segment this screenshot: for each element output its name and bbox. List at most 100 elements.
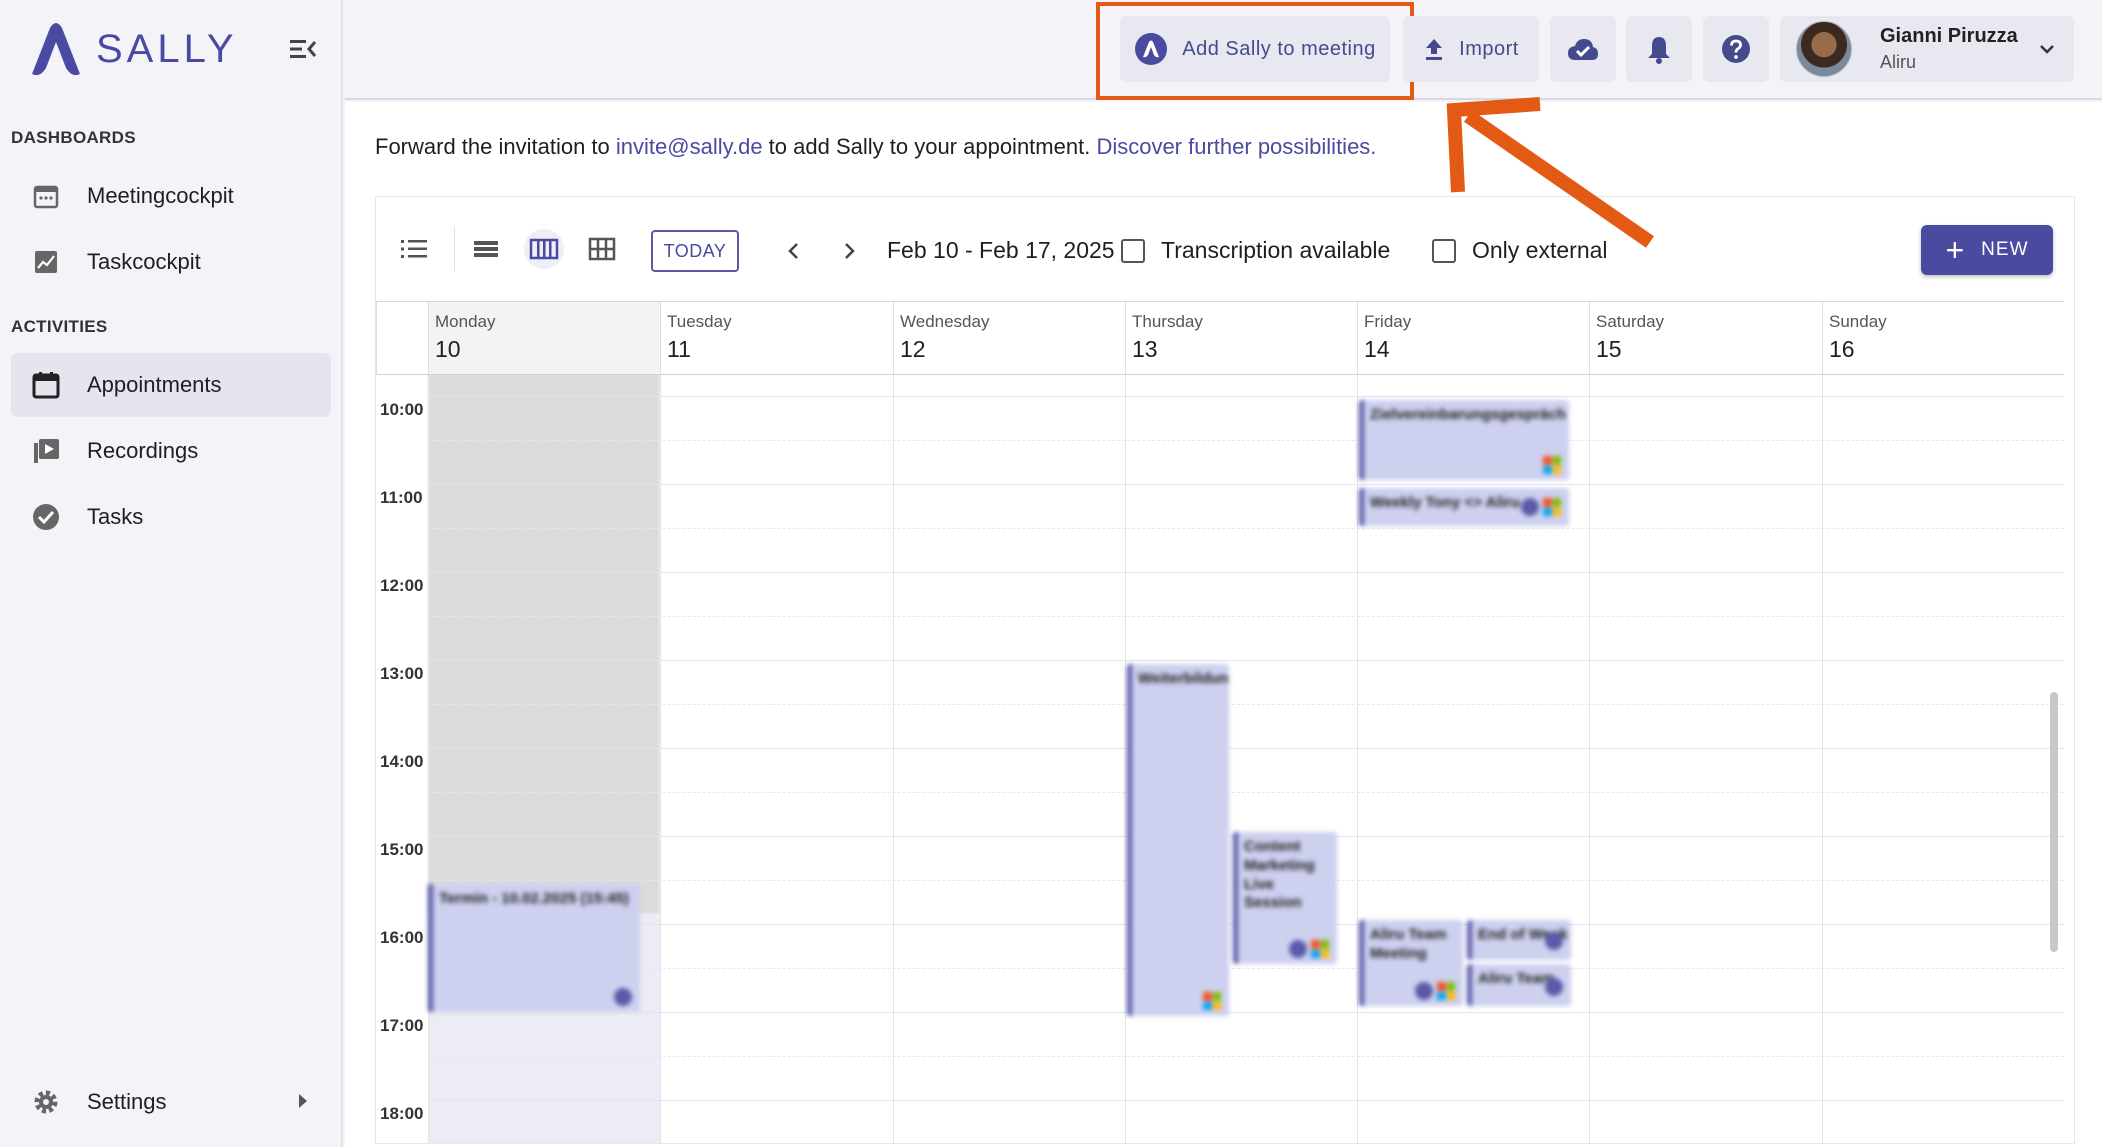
sidebar: SALLY DASHBOARDS Meetingcockpit Taskcock… bbox=[0, 0, 343, 1147]
list-view-button[interactable] bbox=[394, 229, 434, 269]
microsoft-teams-icon bbox=[1543, 456, 1561, 474]
new-label: NEW bbox=[1981, 239, 2029, 260]
time-label: 16:00 bbox=[380, 928, 424, 947]
day-header-wednesday[interactable]: Wednesday 12 bbox=[893, 302, 1125, 374]
day-view-icon bbox=[474, 241, 498, 257]
day-header-thursday[interactable]: Thursday 13 bbox=[1125, 302, 1357, 374]
list-icon bbox=[401, 240, 427, 258]
half-hour-line bbox=[428, 968, 2064, 969]
sidebar-item-appointments[interactable]: Appointments bbox=[11, 353, 331, 417]
day-name: Monday bbox=[435, 312, 496, 331]
sally-badge-icon bbox=[1521, 498, 1539, 516]
sidebar-item-recordings[interactable]: Recordings bbox=[11, 419, 331, 483]
transcription-filter[interactable]: Transcription available bbox=[1121, 237, 1390, 264]
video-library-icon bbox=[29, 434, 63, 468]
day-divider bbox=[1357, 374, 1358, 1143]
calendar-event[interactable]: Aliru Team Meeting bbox=[1359, 920, 1463, 1006]
month-view-button[interactable] bbox=[582, 229, 622, 269]
next-week-button[interactable] bbox=[830, 231, 870, 271]
calendar-event[interactable]: Termin - 10.02.2025 (15:45) bbox=[428, 884, 640, 1012]
hour-line bbox=[428, 1100, 2064, 1101]
avatar bbox=[1796, 21, 1852, 77]
calendar-event[interactable]: End of Week bbox=[1467, 920, 1571, 960]
checkbox[interactable] bbox=[1121, 238, 1145, 263]
hour-line bbox=[428, 484, 2064, 485]
sidebar-item-label: Settings bbox=[87, 1089, 167, 1114]
week-grid: Monday 10 Tuesday 11 Wednesday 12 Thursd… bbox=[376, 301, 2064, 1143]
today-button[interactable]: TODAY bbox=[651, 230, 739, 272]
half-hour-line bbox=[428, 616, 2064, 617]
day-divider bbox=[428, 374, 429, 1143]
day-header-tuesday[interactable]: Tuesday 11 bbox=[660, 302, 893, 374]
sally-badge-icon bbox=[1545, 978, 1563, 996]
time-label: 14:00 bbox=[380, 752, 424, 771]
calendar-event[interactable]: Weekly Tony <> Aliru bbox=[1359, 488, 1569, 526]
hour-line bbox=[428, 1012, 2064, 1013]
header-divider bbox=[376, 374, 2064, 375]
invitation-info: Forward the invitation to invite@sally.d… bbox=[375, 134, 1376, 160]
sidebar-item-settings[interactable]: Settings bbox=[11, 1070, 331, 1134]
time-label: 15:00 bbox=[380, 840, 424, 859]
upload-icon bbox=[1426, 39, 1443, 60]
day-number: 16 bbox=[1829, 336, 1855, 362]
calendar-event[interactable]: Weiterbildung bbox=[1127, 664, 1229, 1016]
time-label: 10:00 bbox=[380, 400, 424, 419]
sally-badge-icon bbox=[614, 988, 632, 1006]
import-button[interactable]: Import bbox=[1403, 16, 1539, 82]
info-middle: to add Sally to your appointment. bbox=[762, 134, 1097, 159]
chart-icon bbox=[29, 245, 63, 279]
event-title: Aliru Team Meeting bbox=[1370, 926, 1447, 962]
day-divider bbox=[1822, 374, 1823, 1143]
time-label: 13:00 bbox=[380, 664, 424, 683]
week-view-icon bbox=[529, 238, 559, 260]
calendar-toolbar: TODAY Feb 10 - Feb 17, 2025 Transcriptio… bbox=[376, 197, 2074, 301]
plus-icon: + bbox=[1945, 232, 1966, 268]
bell-icon bbox=[1648, 37, 1670, 64]
collapse-menu-icon[interactable] bbox=[288, 34, 318, 64]
hour-line bbox=[428, 396, 2064, 397]
notifications-button[interactable] bbox=[1626, 16, 1692, 82]
day-number: 13 bbox=[1132, 336, 1158, 362]
new-appointment-button[interactable]: + NEW bbox=[1921, 225, 2053, 275]
sidebar-item-tasks[interactable]: Tasks bbox=[11, 485, 331, 549]
chevron-down-icon bbox=[2040, 45, 2054, 54]
highlight-frame bbox=[1096, 2, 1414, 100]
hour-line bbox=[428, 660, 2064, 661]
invite-email-link[interactable]: invite@sally.de bbox=[616, 134, 763, 159]
transcription-label: Transcription available bbox=[1161, 237, 1391, 263]
day-header-monday[interactable]: Monday 10 bbox=[428, 302, 660, 374]
calendar-dashboard-icon bbox=[29, 179, 63, 213]
day-name: Sunday bbox=[1829, 312, 1887, 331]
day-divider bbox=[1589, 374, 1590, 1143]
week-view-button[interactable] bbox=[524, 229, 564, 269]
discover-link[interactable]: Discover further possibilities. bbox=[1096, 134, 1376, 159]
help-button[interactable] bbox=[1703, 16, 1769, 82]
annotation-arrow bbox=[1446, 97, 1654, 248]
sidebar-item-meetingcockpit[interactable]: Meetingcockpit bbox=[11, 164, 331, 228]
hour-line bbox=[428, 572, 2064, 573]
calendar-event[interactable]: Zielvereinbarungsgespräch bbox=[1359, 400, 1569, 480]
day-header-saturday[interactable]: Saturday 15 bbox=[1589, 302, 1822, 374]
calendar-icon bbox=[29, 368, 63, 402]
user-menu[interactable]: Gianni Piruzza Aliru bbox=[1780, 16, 2074, 82]
day-header-sunday[interactable]: Sunday 16 bbox=[1822, 302, 2054, 374]
day-view-button[interactable] bbox=[466, 229, 506, 269]
sidebar-item-label: Appointments bbox=[87, 372, 222, 397]
previous-week-button[interactable] bbox=[773, 231, 813, 271]
microsoft-teams-icon bbox=[1437, 982, 1455, 1000]
sidebar-item-label: Tasks bbox=[87, 504, 144, 529]
day-header-friday[interactable]: Friday 14 bbox=[1357, 302, 1589, 374]
sally-badge-icon bbox=[1289, 940, 1307, 958]
calendar-event[interactable]: Content Marketing Live Session bbox=[1233, 832, 1337, 964]
sidebar-item-taskcockpit[interactable]: Taskcockpit bbox=[11, 230, 331, 294]
day-name: Saturday bbox=[1596, 312, 1665, 331]
cloud-sync-button[interactable] bbox=[1550, 16, 1616, 82]
calendar-scrollbar[interactable] bbox=[2050, 692, 2058, 952]
date-range: Feb 10 - Feb 17, 2025 bbox=[887, 237, 1115, 263]
sally-logo[interactable]: SALLY bbox=[26, 20, 238, 78]
day-divider bbox=[1125, 374, 1126, 1143]
calendar-event[interactable]: Aliru Team bbox=[1467, 964, 1571, 1006]
user-name: Gianni Piruzza bbox=[1880, 25, 2018, 47]
event-title: Termin - 10.02.2025 (15:45) bbox=[439, 890, 629, 907]
time-label: 17:00 bbox=[380, 1016, 424, 1035]
